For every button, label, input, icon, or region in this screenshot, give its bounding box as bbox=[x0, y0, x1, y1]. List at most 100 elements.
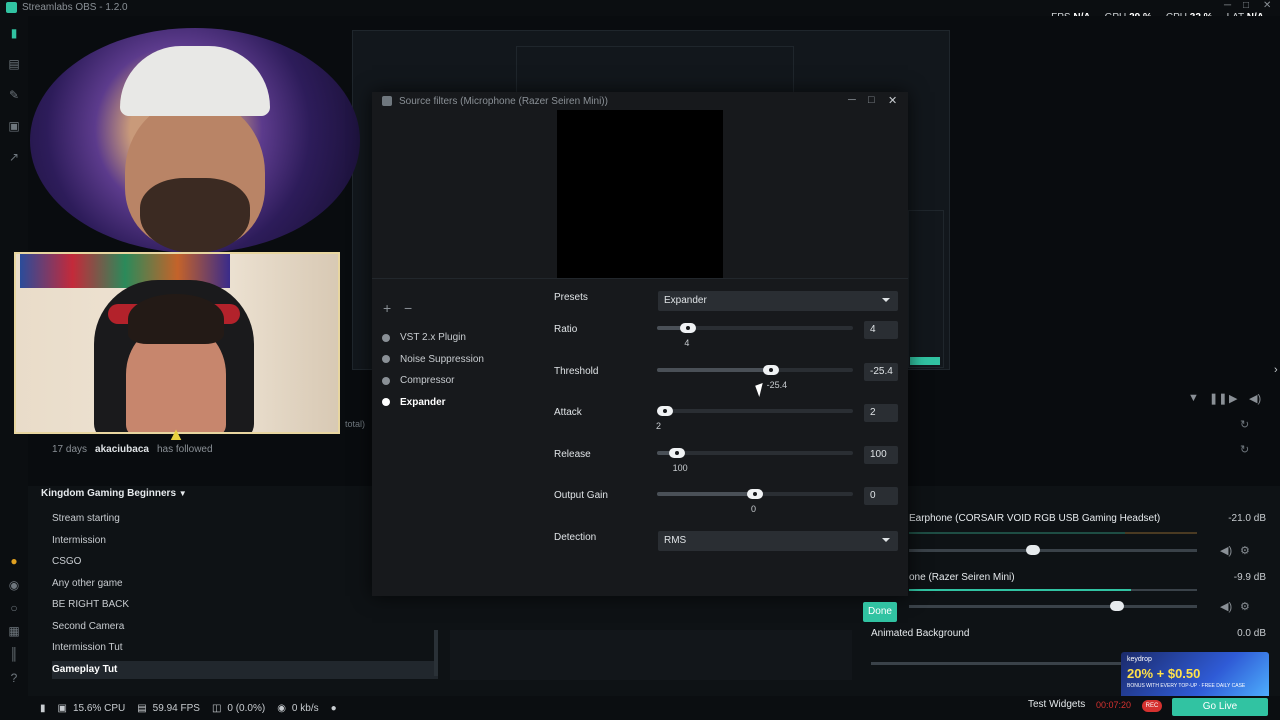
scenes-scrollbar[interactable] bbox=[434, 630, 438, 676]
param-slider[interactable] bbox=[657, 323, 853, 333]
help-icon[interactable]: ? bbox=[7, 671, 21, 685]
maximize-window-icon[interactable]: □ bbox=[1243, 0, 1249, 11]
chevron-right-icon[interactable]: › bbox=[1274, 364, 1278, 376]
volume-slider-thumb[interactable] bbox=[1110, 601, 1124, 611]
scene-label: CSGO bbox=[52, 556, 82, 567]
dialog-title: Source filters (Microphone (Razer Seiren… bbox=[399, 96, 608, 107]
close-window-icon[interactable]: ✕ bbox=[1263, 0, 1271, 11]
param-slider[interactable] bbox=[657, 447, 853, 458]
scene-item[interactable]: BE RIGHT BACK bbox=[52, 596, 438, 614]
sources-panel bbox=[450, 630, 852, 680]
volume-slider[interactable] bbox=[909, 549, 1197, 552]
mute-icon[interactable]: ◀) bbox=[1220, 544, 1232, 557]
themes-icon[interactable]: ✎ bbox=[7, 88, 21, 102]
dashboard-icon[interactable]: ◉ bbox=[7, 578, 21, 592]
mute-icon[interactable]: ◀) bbox=[1220, 600, 1232, 613]
mixer-item-settings-icon[interactable]: ⚙ bbox=[1240, 544, 1250, 557]
filter-preview bbox=[557, 110, 723, 278]
filter-item[interactable]: Expander bbox=[382, 397, 446, 408]
next-icon[interactable]: ▶ bbox=[1229, 392, 1237, 405]
info-icon[interactable]: ● bbox=[331, 703, 337, 714]
rec-button[interactable]: REC bbox=[1142, 700, 1162, 712]
columns-icon[interactable]: ║ bbox=[7, 647, 21, 661]
sponsor-brand: keydrop bbox=[1127, 656, 1152, 663]
nested-mixer-frame bbox=[908, 210, 944, 368]
volume-slider[interactable] bbox=[871, 662, 1121, 665]
library-icon[interactable]: ▤ bbox=[7, 57, 21, 71]
visibility-eye-icon[interactable] bbox=[382, 398, 390, 406]
filter-item[interactable]: Compressor bbox=[382, 375, 454, 386]
volume-icon[interactable]: ◀) bbox=[1249, 392, 1261, 405]
follow-user: akaciubaca bbox=[95, 444, 149, 455]
layout-icon[interactable]: ▦ bbox=[7, 624, 21, 638]
pause-icon[interactable]: ❚❚ bbox=[1209, 392, 1227, 405]
slider-thumb[interactable] bbox=[762, 364, 779, 375]
volume-slider[interactable] bbox=[909, 605, 1197, 608]
presets-select[interactable]: Expander bbox=[658, 291, 898, 311]
param-label: Ratio bbox=[554, 324, 578, 335]
minimize-window-icon[interactable]: ─ bbox=[1224, 0, 1231, 11]
dropped-frames-icon: ◫ bbox=[211, 702, 222, 714]
param-slider[interactable] bbox=[657, 406, 853, 417]
scene-label: BE RIGHT BACK bbox=[52, 599, 130, 610]
scene-item[interactable]: Gameplay Tut bbox=[52, 660, 438, 679]
scene-label: Gameplay Tut bbox=[52, 663, 118, 675]
streamlabs-logo-icon bbox=[6, 2, 17, 13]
param-number-input[interactable]: 4 bbox=[864, 321, 898, 339]
param-number-input[interactable]: -25.4 bbox=[864, 362, 898, 381]
slider-thumb[interactable] bbox=[657, 406, 673, 417]
close-icon[interactable]: ✕ bbox=[888, 94, 897, 107]
alert-icon[interactable]: ● bbox=[7, 554, 21, 568]
add-filter-button[interactable]: + bbox=[383, 300, 391, 316]
scene-collection-selector[interactable]: Kingdom Gaming Beginners ▼ bbox=[41, 488, 187, 499]
slider-thumb[interactable] bbox=[668, 447, 685, 458]
stats-icon[interactable]: ▮ bbox=[40, 703, 46, 714]
stats-icon[interactable]: ↗ bbox=[7, 150, 21, 164]
refresh-icon[interactable]: ↻ bbox=[1240, 418, 1249, 431]
param-slider[interactable] bbox=[657, 489, 853, 500]
param-slider[interactable] bbox=[657, 364, 853, 375]
filter-icon[interactable]: ▼ bbox=[1188, 392, 1199, 404]
mixer-item-settings-icon[interactable]: ⚙ bbox=[1240, 600, 1250, 613]
nested-go-live bbox=[910, 357, 940, 365]
test-widgets-button[interactable]: Test Widgets bbox=[1028, 699, 1085, 710]
scene-item[interactable]: Second Camera bbox=[52, 618, 438, 636]
search-icon[interactable]: ○ bbox=[7, 601, 21, 615]
follow-alert: 17 days akaciubaca has followed bbox=[52, 444, 213, 455]
nested-preview-window bbox=[516, 46, 794, 94]
filter-label: Expander bbox=[400, 396, 446, 408]
visibility-eye-icon[interactable] bbox=[382, 355, 390, 363]
param-number-input[interactable]: 0 bbox=[864, 487, 898, 506]
visibility-eye-icon[interactable] bbox=[382, 333, 390, 342]
filter-item[interactable]: Noise Suppression bbox=[382, 354, 484, 365]
follow-action: has followed bbox=[156, 444, 213, 455]
slider-value-label: 2 bbox=[656, 421, 662, 432]
refresh-icon[interactable]: ↻ bbox=[1240, 443, 1249, 456]
follow-time: 17 days bbox=[52, 444, 88, 455]
param-label: Output Gain bbox=[554, 490, 608, 502]
cpu-usage: ▣ 15.6% CPU bbox=[57, 702, 126, 714]
param-number-input[interactable]: 2 bbox=[864, 404, 898, 423]
done-button[interactable]: Done bbox=[863, 602, 897, 622]
filter-item[interactable]: VST 2.x Plugin bbox=[382, 332, 466, 343]
slider-value-label: 0 bbox=[751, 504, 757, 515]
param-number-input[interactable]: 100 bbox=[864, 445, 898, 464]
go-live-button[interactable]: Go Live bbox=[1172, 698, 1268, 716]
filter-label: Compressor bbox=[400, 375, 455, 386]
mixer-db-value: 0.0 dB bbox=[1237, 628, 1266, 639]
scene-item[interactable]: Intermission Tut bbox=[52, 639, 438, 657]
visibility-eye-icon[interactable] bbox=[382, 376, 390, 385]
detection-select[interactable]: RMS bbox=[658, 531, 898, 551]
studio-icon[interactable]: ▮ bbox=[7, 26, 21, 40]
recording-timer: 00:07:20 bbox=[1096, 700, 1132, 710]
sponsor-promo: 20% + $0.50 bbox=[1127, 666, 1201, 681]
remove-filter-button[interactable]: − bbox=[404, 300, 412, 316]
slider-thumb[interactable] bbox=[680, 323, 697, 333]
maximize-icon[interactable]: □ bbox=[868, 94, 875, 106]
source-filters-dialog: Source filters (Microphone (Razer Seiren… bbox=[372, 92, 908, 596]
minimize-icon[interactable]: ─ bbox=[848, 94, 856, 106]
slider-thumb[interactable] bbox=[747, 489, 763, 500]
store-icon[interactable]: ▣ bbox=[7, 119, 21, 133]
slider-value-label: 100 bbox=[672, 462, 688, 473]
volume-slider-thumb[interactable] bbox=[1026, 545, 1040, 555]
